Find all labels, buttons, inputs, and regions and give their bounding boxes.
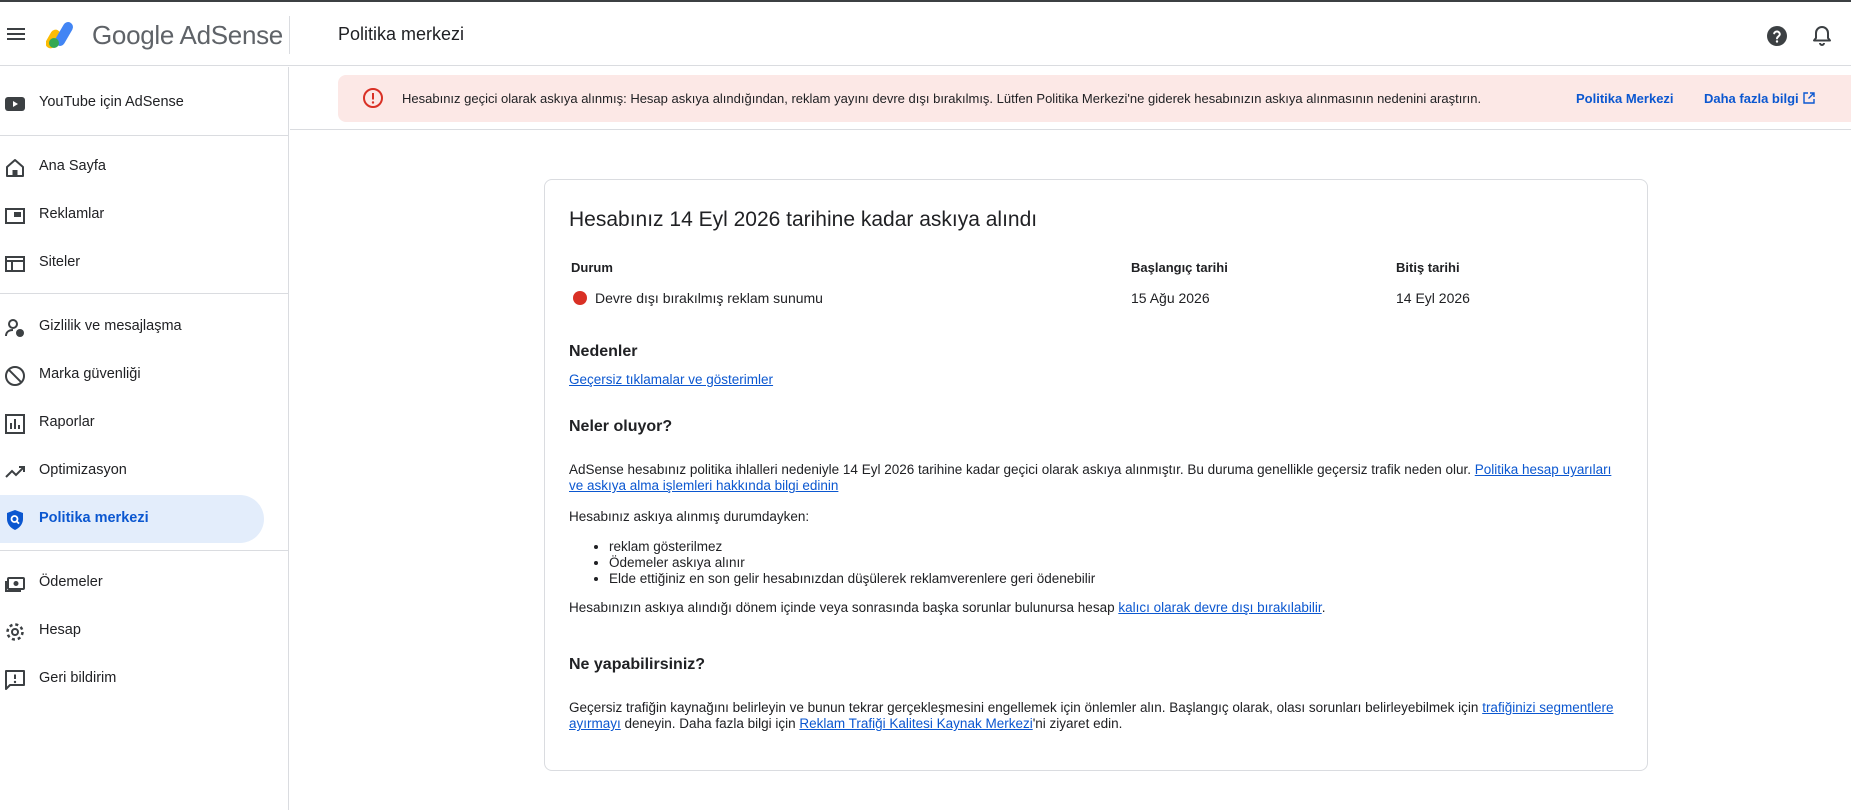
gear-icon	[6, 623, 24, 641]
ads-icon	[5, 208, 25, 224]
status-dot-icon	[573, 291, 587, 305]
sidebar-item-sites[interactable]: Siteler	[0, 239, 264, 287]
sidebar-item-label: Ödemeler	[39, 574, 103, 590]
card-title: Hesabınız 14 Eyl 2026 tarihine kadar ask…	[569, 208, 1038, 231]
sidebar-item-payments[interactable]: Ödemeler	[0, 559, 264, 607]
brand-name[interactable]: Google AdSense	[92, 20, 283, 51]
further-end: .	[1321, 600, 1326, 615]
youtube-icon	[5, 97, 25, 111]
permanent-disable-link[interactable]: kalıcı olarak devre dışı bırakılabilir	[1118, 600, 1321, 615]
alert-zone: Hesabınız geçici olarak askıya alınmış: …	[290, 67, 1851, 130]
sidebar-divider	[0, 135, 289, 136]
traffic-quality-center-link[interactable]: Reklam Trafiği Kalitesi Kaynak Merkezi	[799, 716, 1032, 731]
todo-heading: Ne yapabilirsiniz?	[569, 656, 706, 673]
what-paragraph: AdSense hesabınız politika ihlalleri ned…	[569, 462, 1625, 494]
further-text: Hesabınızın askıya alındığı dönem içinde…	[569, 600, 1119, 615]
todo-text-1: Geçersiz trafiğin kaynağını belirleyin v…	[569, 700, 1483, 715]
consequences-list: reklam gösterilmez Ödemeler askıya alını…	[609, 539, 1095, 587]
list-item: reklam gösterilmez	[609, 539, 1095, 555]
sidebar-item-label: Geri bildirim	[39, 670, 117, 686]
sidebar-item-feedback[interactable]: Geri bildirim	[0, 655, 264, 703]
sidebar-item-label: Hesap	[39, 622, 81, 638]
policy-shield-icon	[7, 510, 23, 530]
what-heading: Neler oluyor?	[569, 418, 673, 435]
sidebar-item-youtube[interactable]: YouTube için AdSense	[0, 79, 264, 127]
suspension-alert-banner: Hesabınız geçici olarak askıya alınmış: …	[338, 75, 1851, 122]
status-value: Devre dışı bırakılmış reklam sunumu	[595, 290, 823, 306]
bell-icon[interactable]	[1810, 24, 1834, 48]
brand-google: Google	[92, 20, 175, 50]
policy-center-link[interactable]: Politika Merkezi	[1576, 91, 1674, 106]
sidebar-item-home[interactable]: Ana Sayfa	[0, 143, 264, 191]
sidebar: YouTube için AdSense Ana Sayfa Reklamlar…	[0, 67, 289, 810]
trending-icon	[5, 466, 25, 478]
privacy-icon	[5, 319, 24, 337]
learn-more-label: Daha fazla bilgi	[1704, 91, 1799, 106]
sidebar-item-label: Ana Sayfa	[39, 158, 106, 174]
sidebar-item-label: Optimizasyon	[39, 462, 127, 478]
list-item: Ödemeler askıya alınır	[609, 555, 1095, 571]
reasons-heading: Nedenler	[569, 343, 638, 360]
payments-icon	[5, 577, 25, 592]
external-link-icon	[1802, 92, 1815, 104]
reports-icon	[5, 414, 25, 434]
alert-text: Hesabınız geçici olarak askıya alınmış: …	[402, 91, 1482, 106]
sites-icon	[5, 256, 25, 272]
column-header-status: Durum	[571, 260, 613, 275]
sidebar-item-label: Gizlilik ve mesajlaşma	[39, 318, 182, 334]
sidebar-divider	[0, 293, 289, 294]
todo-text-3: 'ni ziyaret edin.	[1032, 716, 1123, 731]
sidebar-item-label: Siteler	[39, 254, 81, 270]
sidebar-item-label: Raporlar	[39, 414, 95, 430]
column-header-start-date: Başlangıç tarihi	[1131, 260, 1228, 275]
sidebar-item-account[interactable]: Hesap	[0, 607, 264, 655]
adsense-logo-icon	[46, 22, 73, 49]
help-circle-icon[interactable]	[1765, 24, 1789, 48]
page-title: Politika merkezi	[338, 24, 465, 44]
invalid-traffic-link[interactable]: Geçersiz tıklamalar ve gösterimler	[569, 372, 773, 387]
sidebar-item-label: Marka güvenliği	[39, 366, 141, 382]
feedback-icon	[5, 670, 25, 690]
todo-paragraph: Geçersiz trafiğin kaynağını belirleyin v…	[569, 700, 1625, 732]
sidebar-item-label: Politika merkezi	[39, 510, 149, 526]
end-date-value: 14 Eyl 2026	[1396, 290, 1470, 306]
start-date-value: 15 Ağu 2026	[1131, 290, 1210, 306]
header-divider	[289, 16, 290, 54]
sidebar-item-brand-safety[interactable]: Marka güvenliği	[0, 351, 264, 399]
column-header-end-date: Bitiş tarihi	[1396, 260, 1460, 275]
learn-more-link[interactable]: Daha fazla bilgi	[1704, 91, 1815, 106]
todo-text-2: deneyin. Daha fazla bilgi için	[620, 716, 800, 731]
further-issues-paragraph: Hesabınızın askıya alındığı dönem içinde…	[569, 600, 1625, 616]
what-text: AdSense hesabınız politika ihlalleri ned…	[569, 462, 1475, 477]
error-icon	[363, 88, 383, 108]
suspension-card: Hesabınız 14 Eyl 2026 tarihine kadar ask…	[544, 179, 1648, 771]
sidebar-item-label: Reklamlar	[39, 206, 105, 222]
sidebar-item-optimization[interactable]: Optimizasyon	[0, 447, 264, 495]
list-item: Elde ettiğiniz en son gelir hesabınızdan…	[609, 571, 1095, 587]
home-icon	[6, 159, 24, 177]
sidebar-item-ads[interactable]: Reklamlar	[0, 191, 264, 239]
menu-icon[interactable]	[4, 22, 28, 46]
block-icon	[5, 366, 25, 386]
sidebar-item-policy-center[interactable]: Politika merkezi	[0, 495, 264, 543]
sidebar-item-label: YouTube için AdSense	[39, 94, 184, 110]
sidebar-item-privacy[interactable]: Gizlilik ve mesajlaşma	[0, 303, 264, 351]
sidebar-divider	[0, 550, 289, 551]
brand-product: AdSense	[179, 20, 284, 50]
app-header: Google AdSense Politika merkezi	[0, 2, 1851, 66]
sidebar-item-reports[interactable]: Raporlar	[0, 399, 264, 447]
while-suspended-text: Hesabınız askıya alınmış durumdayken:	[569, 509, 810, 524]
